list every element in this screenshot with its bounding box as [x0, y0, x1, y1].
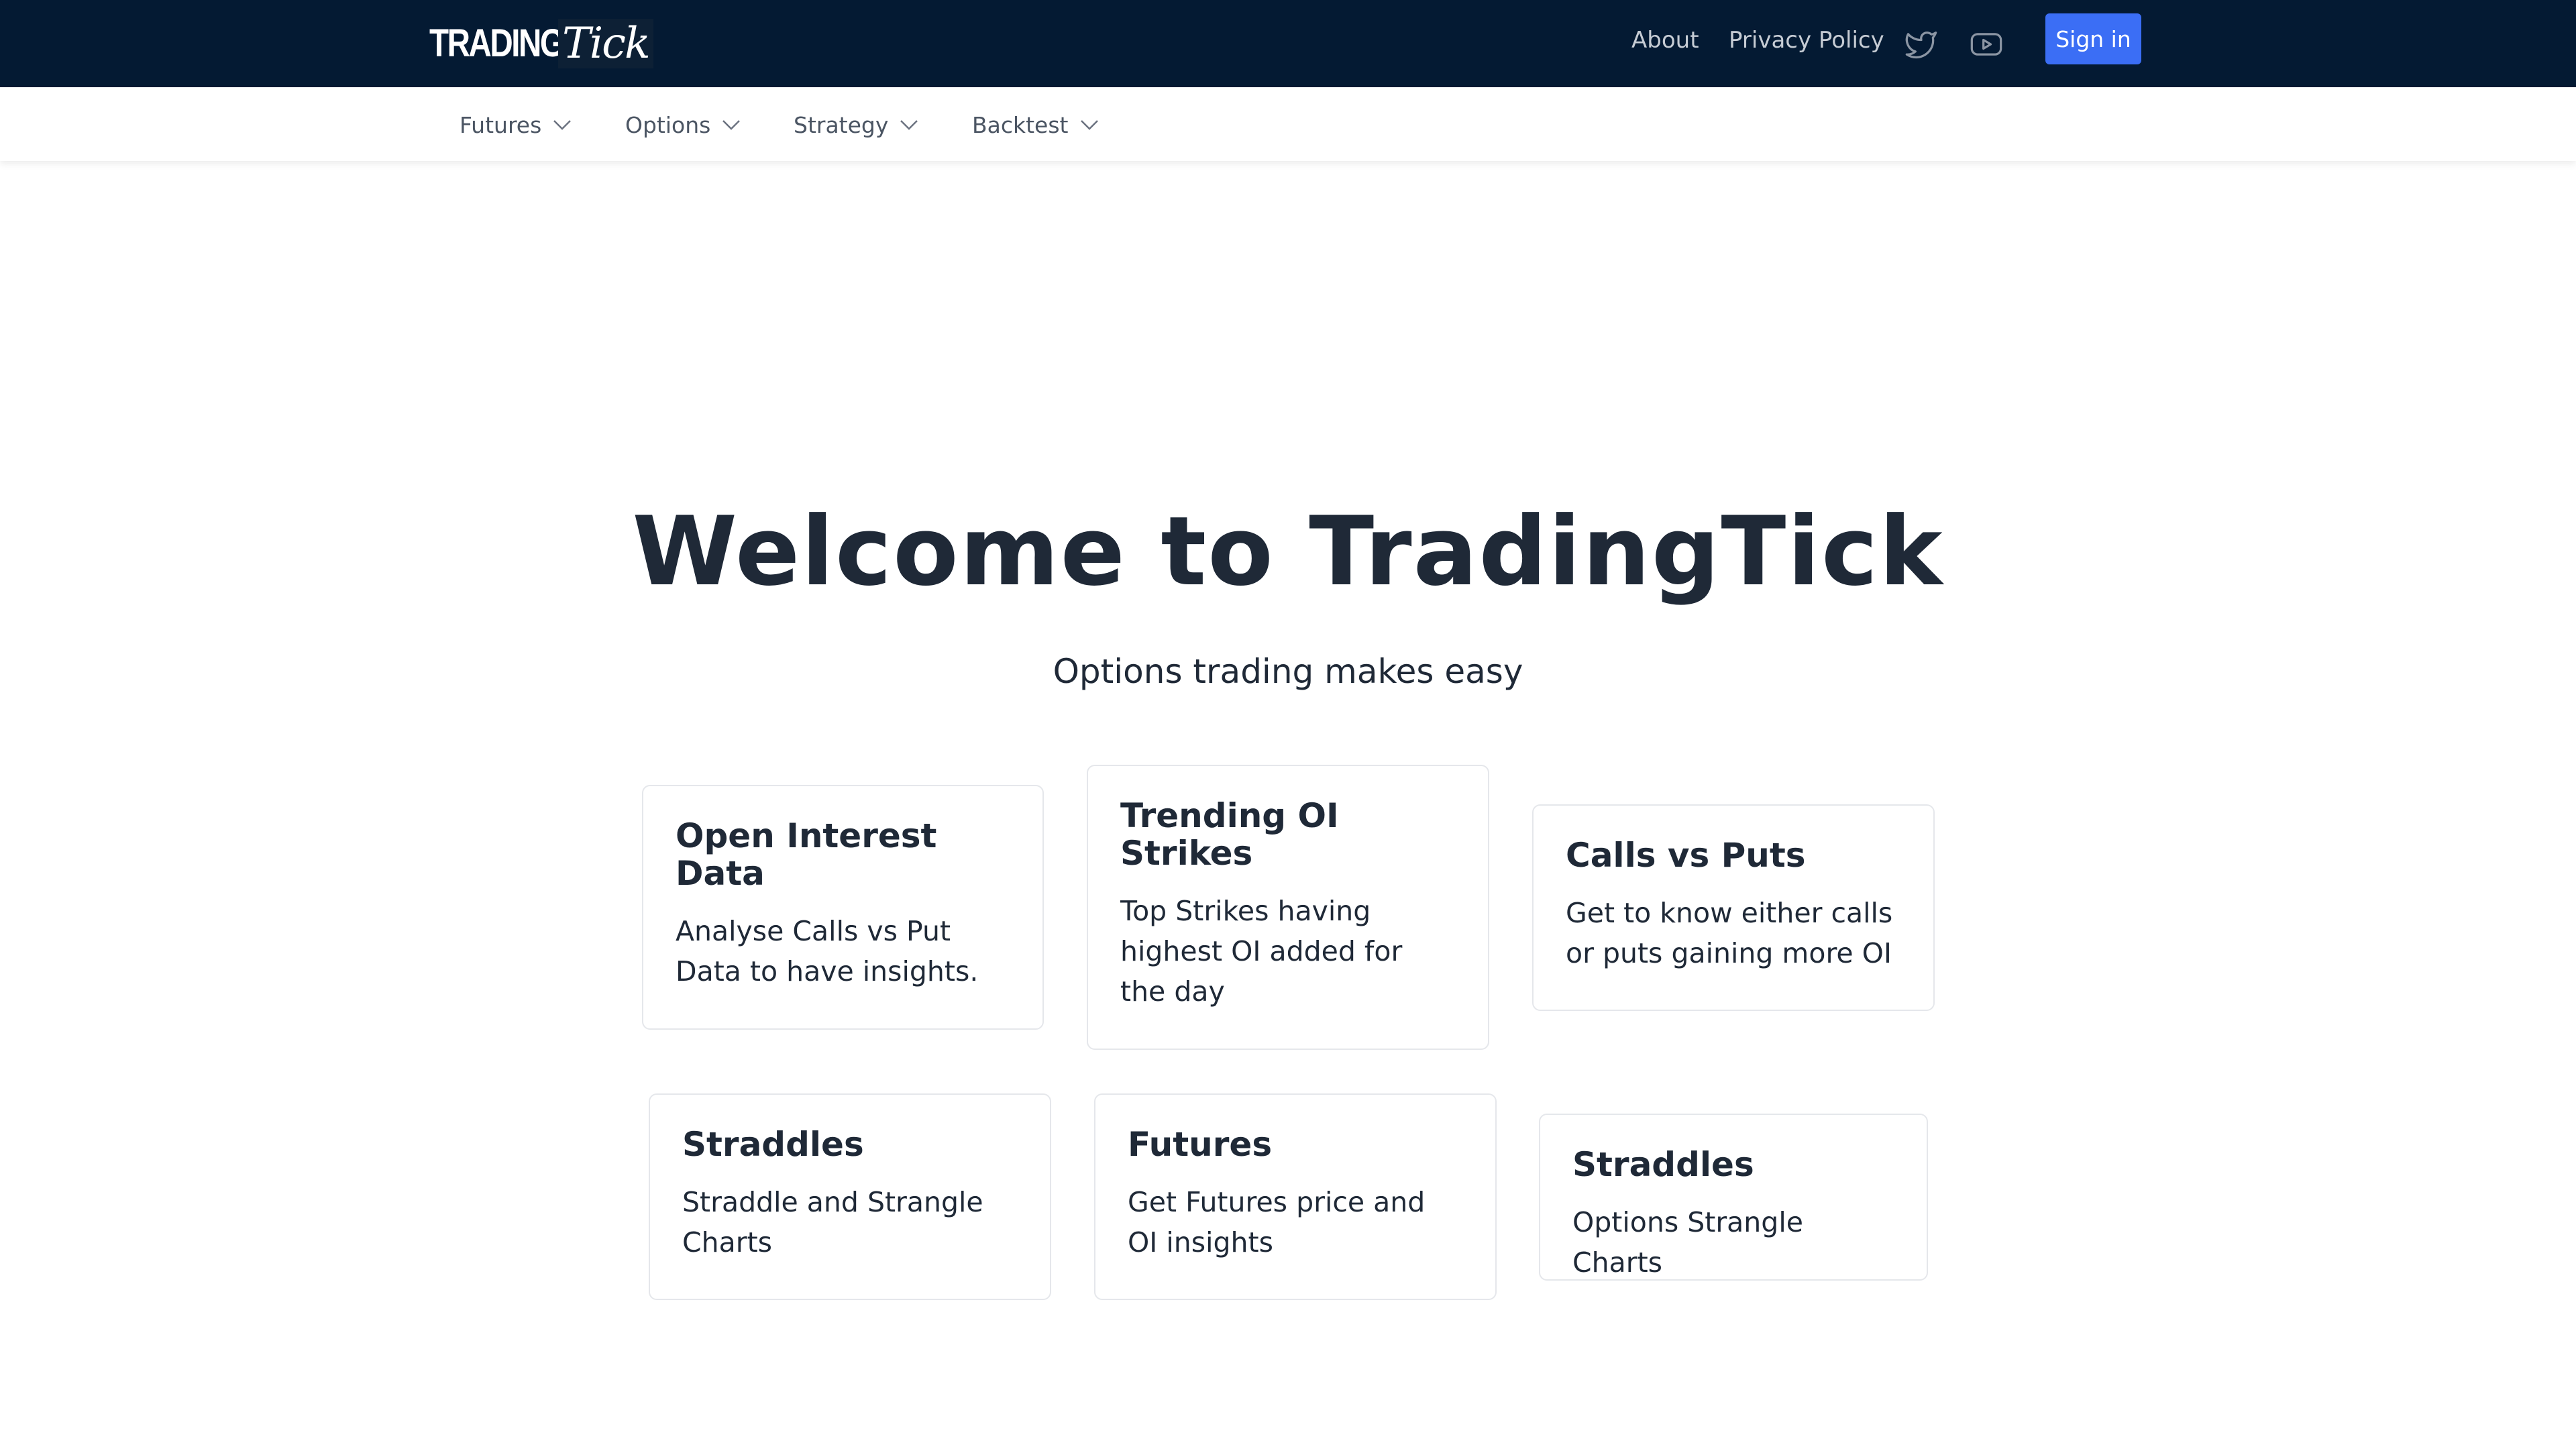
feature-card-calls-vs-puts[interactable]: Calls vs Puts Get to know either calls o… — [1532, 804, 1935, 1011]
card-description: Get Futures price and OI insights — [1128, 1186, 1426, 1258]
card-description: Options Strangle Charts — [1572, 1206, 1803, 1279]
feature-card-open-interest[interactable]: Open Interest Data Analyse Calls vs Put … — [642, 785, 1044, 1030]
card-description: Analyse Calls vs Put Data to have insigh… — [676, 915, 979, 987]
nav-item-label: Strategy — [794, 111, 889, 138]
nav-item-strategy[interactable]: Strategy — [794, 109, 919, 141]
card-title: Trending OI Strikes — [1120, 796, 1339, 873]
logo-wordmark: TRADING — [429, 21, 565, 65]
feature-card-straddles[interactable]: Straddles Straddle and Strangle Charts — [649, 1093, 1051, 1300]
youtube-icon[interactable] — [1969, 27, 2004, 62]
logo-script: Tick — [558, 19, 653, 68]
chevron-down-icon — [553, 120, 572, 130]
twitter-icon[interactable] — [1904, 27, 1939, 62]
nav-item-backtest[interactable]: Backtest — [972, 109, 1099, 141]
nav-item-label: Futures — [460, 111, 542, 138]
card-title: Futures — [1128, 1125, 1273, 1164]
card-title: Open Interest Data — [676, 816, 937, 893]
nav-item-futures[interactable]: Futures — [460, 109, 572, 141]
main-nav: Futures Options Strategy Backtest — [0, 87, 2576, 161]
chevron-down-icon — [722, 120, 741, 130]
top-bar: TRADING Tick About Privacy Policy Sign i… — [0, 0, 2576, 87]
tradingtick-logo[interactable]: TRADING Tick — [429, 19, 653, 68]
page-title: Welcome to TradingTick — [632, 496, 1944, 607]
feature-card-futures[interactable]: Futures Get Futures price and OI insight… — [1094, 1093, 1497, 1300]
nav-item-label: Backtest — [972, 111, 1069, 138]
card-title: Straddles — [1572, 1145, 1754, 1184]
nav-item-label: Options — [625, 111, 711, 138]
card-title: Calls vs Puts — [1566, 836, 1806, 875]
chevron-down-icon — [1080, 120, 1098, 130]
privacy-policy-link[interactable]: Privacy Policy — [1729, 27, 1884, 54]
sign-in-button[interactable]: Sign in — [2045, 13, 2141, 64]
card-description: Straddle and Strangle Charts — [682, 1186, 983, 1258]
card-description: Top Strikes having highest OI added for … — [1120, 895, 1403, 1008]
nav-item-options[interactable]: Options — [625, 109, 741, 141]
feature-card-trending-oi[interactable]: Trending OI Strikes Top Strikes having h… — [1087, 765, 1489, 1050]
card-description: Get to know either calls or puts gaining… — [1566, 897, 1893, 969]
about-link[interactable]: About — [1631, 27, 1699, 54]
feature-card-strangles[interactable]: Straddles Options Strangle Charts — [1539, 1114, 1928, 1281]
page-subtitle: Options trading makes easy — [1053, 652, 1523, 691]
card-title: Straddles — [682, 1125, 864, 1164]
chevron-down-icon — [900, 120, 918, 130]
